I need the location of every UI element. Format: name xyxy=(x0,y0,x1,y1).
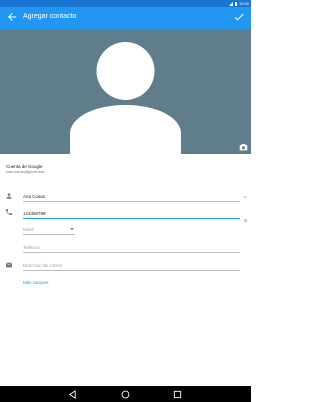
status-icons: 10:00 xyxy=(228,1,249,6)
contact-photo-area[interactable] xyxy=(0,29,251,154)
expand-name-icon[interactable] xyxy=(243,195,248,200)
email-placeholder: Dirección de correo xyxy=(23,263,63,268)
phone2-field[interactable]: Teléfono xyxy=(23,242,240,253)
recents-nav-icon[interactable] xyxy=(173,390,182,399)
navigation-bar xyxy=(0,386,251,402)
back-nav-icon[interactable] xyxy=(68,390,77,399)
phone-type-label: Móvil xyxy=(23,227,34,232)
phone-type-dropdown[interactable]: Móvil xyxy=(23,225,75,235)
page-title: Agregar contacto xyxy=(23,13,77,20)
dropdown-arrow-icon xyxy=(70,228,74,230)
person-icon xyxy=(6,193,12,199)
email-field[interactable]: Dirección de correo xyxy=(23,260,240,271)
back-arrow-icon[interactable] xyxy=(6,11,18,23)
app-bar: Agregar contacto xyxy=(0,7,251,29)
name-field[interactable]: Ana Cosas xyxy=(23,191,240,202)
home-nav-icon[interactable] xyxy=(121,390,130,399)
account-title: Cuenta de Google xyxy=(6,164,43,169)
status-time: 10:00 xyxy=(238,1,249,6)
account-info: Cuenta de Google juan.ruiz.sm@gmail.com xyxy=(6,164,44,174)
phone-icon xyxy=(6,209,12,215)
account-email: juan.ruiz.sm@gmail.com xyxy=(6,170,45,174)
camera-icon[interactable] xyxy=(239,143,248,151)
clear-phone-icon[interactable] xyxy=(243,218,248,223)
name-value: Ana Cosas xyxy=(23,194,46,199)
phone-value: 123456789 xyxy=(23,211,46,216)
more-fields-link[interactable]: Más campos xyxy=(23,280,49,285)
phone2-placeholder: Teléfono xyxy=(23,245,41,250)
battery-icon xyxy=(234,1,237,6)
email-icon xyxy=(5,262,13,268)
phone-field[interactable]: 123456789 xyxy=(23,208,240,219)
save-check-icon[interactable] xyxy=(233,11,245,23)
status-bar: 10:00 xyxy=(0,0,251,7)
signal-icon xyxy=(228,1,233,6)
avatar-placeholder-icon xyxy=(70,42,181,154)
